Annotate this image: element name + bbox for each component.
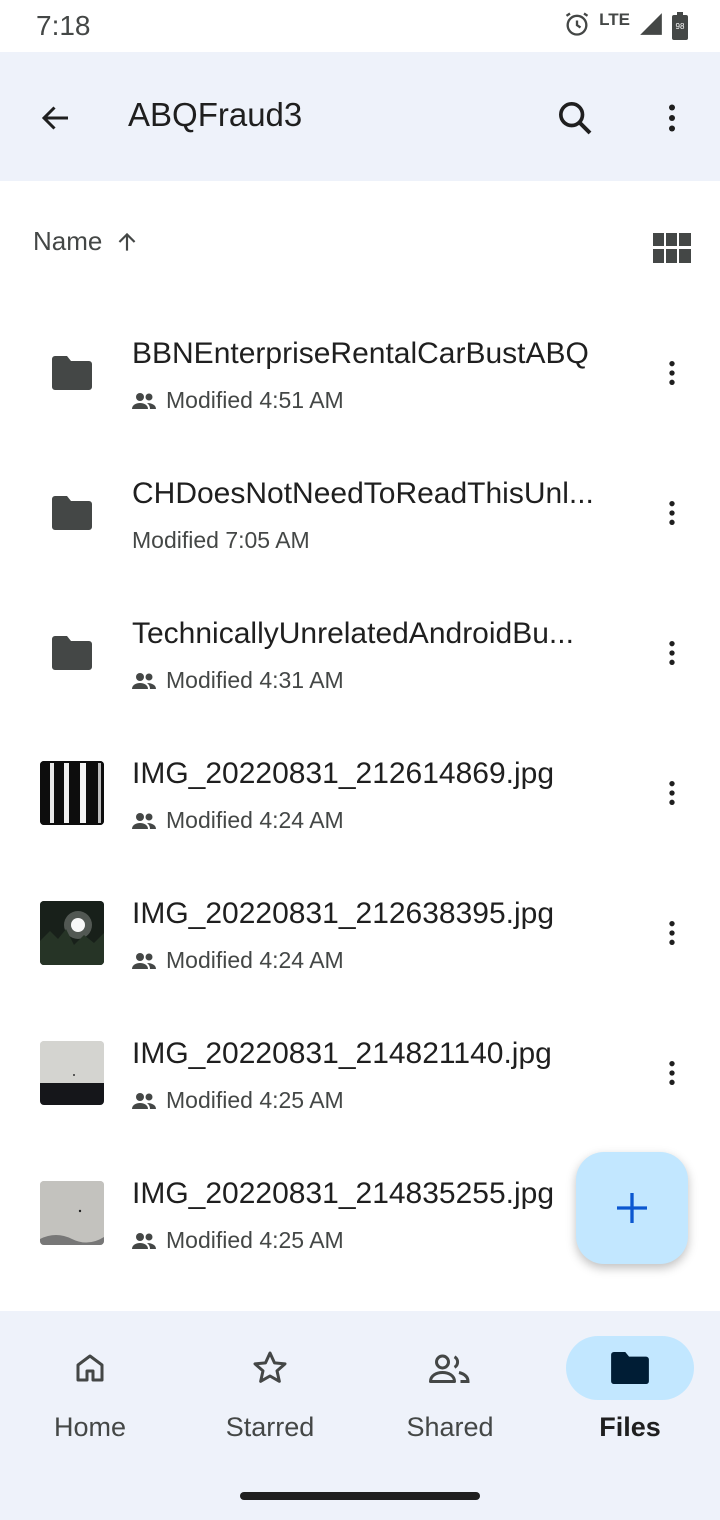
image-thumbnail xyxy=(40,1181,104,1245)
modified-time: Modified 4:51 AM xyxy=(166,387,344,413)
folder-icon xyxy=(40,621,104,685)
item-more-button[interactable] xyxy=(648,489,696,537)
image-thumbnail xyxy=(40,901,104,965)
shared-people-icon xyxy=(132,672,156,689)
search-button[interactable] xyxy=(551,94,599,142)
image-thumbnail xyxy=(40,1041,104,1105)
item-more-button[interactable] xyxy=(648,909,696,957)
new-item-fab[interactable] xyxy=(576,1152,688,1264)
nav-shared[interactable]: Shared xyxy=(360,1336,540,1466)
file-name: IMG_20220831_214835255.jpg xyxy=(132,1177,555,1210)
bottom-navigation: Home Starred Shared Files xyxy=(0,1311,720,1520)
search-icon xyxy=(559,102,592,135)
file-meta: Modified 7:05 AM xyxy=(132,527,310,554)
grid-view-icon xyxy=(653,233,691,263)
item-more-button[interactable] xyxy=(648,349,696,397)
page-title: ABQFraud3 xyxy=(128,96,303,133)
sort-button[interactable]: Name xyxy=(33,226,140,257)
signal-icon xyxy=(638,11,664,42)
shared-people-icon xyxy=(132,1232,156,1249)
home-icon xyxy=(76,1354,104,1382)
file-name: IMG_20220831_212638395.jpg xyxy=(132,897,555,930)
battery-level: 98 xyxy=(675,22,685,31)
gesture-navigation-bar[interactable] xyxy=(240,1492,480,1500)
file-meta: Modified 4:31 AM xyxy=(132,667,344,694)
file-name: IMG_20220831_212614869.jpg xyxy=(132,757,555,790)
folder-icon xyxy=(40,481,104,545)
shared-people-icon xyxy=(132,812,156,829)
more-vert-icon xyxy=(669,501,675,525)
file-meta: Modified 4:51 AM xyxy=(132,387,344,414)
item-more-button[interactable] xyxy=(648,769,696,817)
grid-view-button[interactable] xyxy=(648,224,696,272)
app-bar: ABQFraud3 xyxy=(0,52,720,181)
folder-icon xyxy=(611,1351,649,1385)
file-name: IMG_20220831_214821140.jpg xyxy=(132,1037,552,1070)
more-vert-icon xyxy=(669,641,675,665)
back-arrow-icon xyxy=(41,106,68,130)
nav-starred-label: Starred xyxy=(225,1412,315,1442)
status-icons: LTE 98 xyxy=(563,10,688,42)
list-item[interactable]: IMG_20220831_212638395.jpg Modified 4:24… xyxy=(0,863,720,1003)
people-icon xyxy=(429,1354,470,1383)
more-options-button[interactable] xyxy=(648,94,696,142)
modified-time: Modified 4:25 AM xyxy=(166,1227,344,1253)
arrow-up-icon xyxy=(119,232,136,251)
back-button[interactable] xyxy=(32,94,80,142)
folder-icon xyxy=(40,341,104,405)
file-meta: Modified 4:25 AM xyxy=(132,1227,344,1254)
sort-label: Name xyxy=(33,226,103,256)
modified-time: Modified 4:31 AM xyxy=(166,667,344,693)
image-thumbnail xyxy=(40,761,104,825)
nav-home-label: Home xyxy=(53,1412,127,1442)
nav-files[interactable]: Files xyxy=(540,1336,720,1466)
nav-starred[interactable]: Starred xyxy=(180,1336,360,1466)
modified-time: Modified 4:24 AM xyxy=(166,947,344,973)
battery-icon: 98 xyxy=(672,12,688,40)
more-vert-icon xyxy=(669,361,675,385)
file-name: TechnicallyUnrelatedAndroidBu... xyxy=(132,617,574,650)
list-item[interactable]: IMG_20220831_212614869.jpg Modified 4:24… xyxy=(0,723,720,863)
star-icon xyxy=(253,1351,287,1383)
modified-time: Modified 4:24 AM xyxy=(166,807,344,833)
status-bar: 7:18 LTE 98 xyxy=(0,0,720,52)
item-more-button[interactable] xyxy=(648,1049,696,1097)
more-vert-icon xyxy=(669,1061,675,1085)
nav-files-label: Files xyxy=(599,1412,661,1442)
file-meta: Modified 4:24 AM xyxy=(132,947,344,974)
shared-people-icon xyxy=(132,392,156,409)
file-name: BBNEnterpriseRentalCarBustABQ xyxy=(132,337,589,370)
more-vert-icon xyxy=(669,781,675,805)
network-type: LTE xyxy=(599,10,630,29)
modified-time: Modified 7:05 AM xyxy=(132,527,310,553)
alarm-icon xyxy=(563,10,591,43)
plus-icon xyxy=(617,1193,647,1223)
list-item[interactable]: BBNEnterpriseRentalCarBustABQ Modified 4… xyxy=(0,303,720,443)
shared-people-icon xyxy=(132,952,156,969)
more-vert-icon xyxy=(669,921,675,945)
item-more-button[interactable] xyxy=(648,629,696,677)
nav-shared-label: Shared xyxy=(406,1412,494,1442)
nav-home[interactable]: Home xyxy=(0,1336,180,1466)
file-meta: Modified 4:24 AM xyxy=(132,807,344,834)
modified-time: Modified 4:25 AM xyxy=(166,1087,344,1113)
list-item[interactable]: TechnicallyUnrelatedAndroidBu... Modifie… xyxy=(0,583,720,723)
more-vert-icon xyxy=(669,104,675,132)
file-name: CHDoesNotNeedToReadThisUnl... xyxy=(132,477,594,510)
shared-people-icon xyxy=(132,1092,156,1109)
file-meta: Modified 4:25 AM xyxy=(132,1087,344,1114)
list-item[interactable]: CHDoesNotNeedToReadThisUnl... Modified 7… xyxy=(0,443,720,583)
status-time: 7:18 xyxy=(36,10,91,41)
sort-row: Name xyxy=(0,214,720,278)
file-list: BBNEnterpriseRentalCarBustABQ Modified 4… xyxy=(0,303,720,1283)
list-item[interactable]: IMG_20220831_214821140.jpg Modified 4:25… xyxy=(0,1003,720,1143)
